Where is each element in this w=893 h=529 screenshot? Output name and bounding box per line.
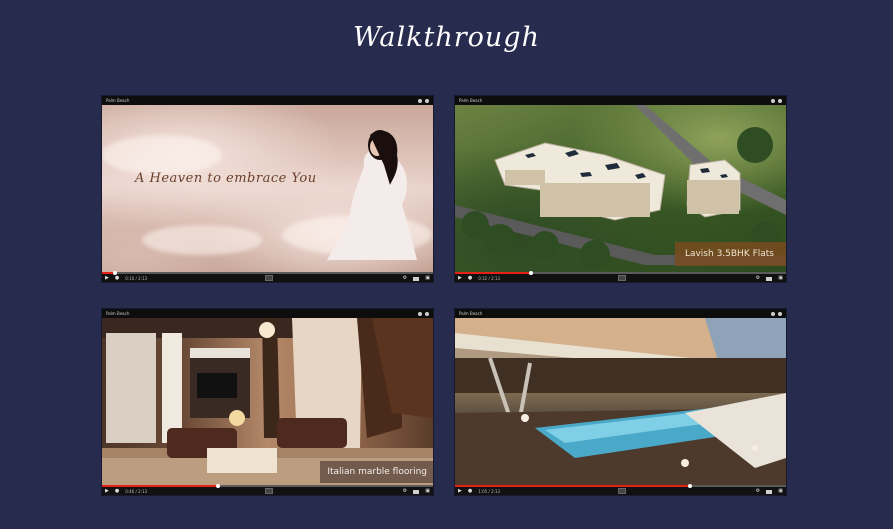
share-icon[interactable] [771, 98, 775, 103]
video-thumbnail[interactable]: Lavish 3.5BHK Flats [455, 105, 786, 272]
video-topbar: Palm Beach [102, 309, 433, 318]
video-time: 1:05 / 2:13 [478, 489, 501, 494]
model-figure [327, 130, 417, 260]
video-caption: A Heaven to embrace You [135, 171, 317, 186]
section-title: Walkthrough [353, 22, 540, 53]
progress-bar[interactable] [455, 271, 786, 275]
video-controls[interactable]: ▶ ● 0:32 / 2:13 ⚙ ▣ [455, 271, 786, 282]
play-icon[interactable]: ▶ [458, 275, 462, 282]
share-icon[interactable] [418, 311, 422, 316]
settings-icon[interactable]: ⚙ [403, 275, 407, 282]
info-icon[interactable] [778, 98, 782, 103]
progress-fill [455, 272, 532, 274]
volume-icon[interactable]: ● [115, 488, 119, 495]
video-caption: Italian marble flooring [320, 461, 433, 483]
volume-icon[interactable]: ● [468, 275, 472, 282]
video-topbar: Palm Beach [455, 309, 786, 318]
youtube-icon[interactable] [617, 275, 626, 281]
video-player-4[interactable]: Palm Beach ▶ ● 1:05 / 2:13 ⚙ ▣ [455, 309, 786, 495]
video-player-1[interactable]: Palm Beach A Heaven to embrace You ▶ ● 0… [102, 96, 433, 282]
hd-icon[interactable] [413, 489, 420, 494]
progress-fill [102, 485, 218, 487]
video-time: 0:32 / 2:13 [478, 276, 501, 281]
volume-icon[interactable]: ● [468, 488, 472, 495]
youtube-icon[interactable] [617, 488, 626, 494]
progress-bar[interactable] [102, 271, 433, 275]
video-controls[interactable]: ▶ ● 1:05 / 2:13 ⚙ ▣ [455, 484, 786, 495]
video-player-3[interactable]: Palm Beach Italian marble flooring ▶ ● 0… [102, 309, 433, 495]
settings-icon[interactable]: ⚙ [756, 275, 760, 282]
hd-icon[interactable] [766, 276, 773, 281]
living-room-render [102, 318, 433, 485]
settings-icon[interactable]: ⚙ [403, 488, 407, 495]
progress-fill [455, 485, 690, 487]
youtube-icon[interactable] [264, 488, 273, 494]
video-thumbnail[interactable] [455, 318, 786, 485]
video-channel-title[interactable]: Palm Beach [459, 311, 482, 316]
video-channel-title[interactable]: Palm Beach [459, 98, 482, 103]
video-caption: Lavish 3.5BHK Flats [674, 242, 786, 266]
play-icon[interactable]: ▶ [105, 488, 109, 495]
video-player-2[interactable]: Palm Beach Lavish 3.5BHK Flats ▶ ● 0:32 … [455, 96, 786, 282]
info-icon[interactable] [778, 311, 782, 316]
video-time: 0:46 / 2:13 [125, 489, 148, 494]
video-controls[interactable]: ▶ ● 0:46 / 2:13 ⚙ ▣ [102, 484, 433, 495]
info-icon[interactable] [425, 98, 429, 103]
video-thumbnail[interactable]: A Heaven to embrace You [102, 105, 433, 272]
video-topbar: Palm Beach [455, 96, 786, 105]
fullscreen-icon[interactable]: ▣ [778, 275, 783, 282]
share-icon[interactable] [771, 311, 775, 316]
walkthrough-section: Walkthrough Palm Beach A Heaven to embra… [0, 0, 893, 529]
hd-icon[interactable] [413, 276, 420, 281]
play-icon[interactable]: ▶ [105, 275, 109, 282]
hd-icon[interactable] [766, 489, 773, 494]
info-icon[interactable] [425, 311, 429, 316]
pool-deck-render [455, 318, 786, 485]
fullscreen-icon[interactable]: ▣ [425, 488, 430, 495]
progress-bar[interactable] [455, 484, 786, 488]
play-icon[interactable]: ▶ [458, 488, 462, 495]
video-channel-title[interactable]: Palm Beach [106, 98, 129, 103]
video-controls[interactable]: ▶ ● 0:10 / 2:13 ⚙ ▣ [102, 271, 433, 282]
video-time: 0:10 / 2:13 [125, 276, 148, 281]
fullscreen-icon[interactable]: ▣ [778, 488, 783, 495]
volume-icon[interactable]: ● [115, 275, 119, 282]
video-topbar: Palm Beach [102, 96, 433, 105]
share-icon[interactable] [418, 98, 422, 103]
video-thumbnail[interactable]: Italian marble flooring [102, 318, 433, 485]
progress-bar[interactable] [102, 484, 433, 488]
video-channel-title[interactable]: Palm Beach [106, 311, 129, 316]
youtube-icon[interactable] [264, 275, 273, 281]
settings-icon[interactable]: ⚙ [756, 488, 760, 495]
fullscreen-icon[interactable]: ▣ [425, 275, 430, 282]
